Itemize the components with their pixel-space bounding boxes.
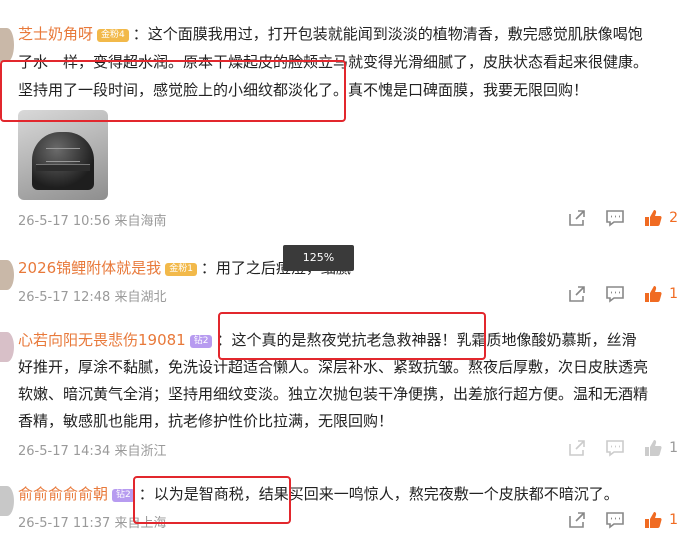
location: 来自海南	[114, 214, 167, 229]
comment-meta: 26-5-17 12:48 来自湖北	[18, 286, 167, 305]
comment-text: 香精，敏感肌也能用，抗老修护性价比拉满，无限回购！	[18, 412, 394, 430]
share-icon[interactable]	[567, 284, 587, 304]
comment-text: ：这个面膜我用过，打开包装就能闻到淡淡的植物清香，敷完感觉肌肤像喝饱	[132, 25, 643, 43]
comment-actions: 1	[567, 284, 678, 304]
fan-badge[interactable]: 金粉1	[165, 263, 197, 276]
highlight-box	[218, 312, 486, 360]
comment-actions: 2	[567, 208, 678, 228]
timestamp: 26-5-17 11:37	[18, 516, 111, 531]
timestamp: 26-5-17 14:34	[18, 444, 111, 459]
username[interactable]: 2026锦鲤附体就是我	[18, 259, 161, 277]
avatar[interactable]	[0, 486, 14, 516]
thumbs-up-icon	[645, 210, 662, 226]
comment-image[interactable]	[18, 110, 108, 200]
like-count: 1	[669, 512, 678, 528]
thumbs-up-icon	[645, 286, 662, 302]
timestamp: 26-5-17 10:56	[18, 214, 111, 229]
username[interactable]: 俞俞俞俞俞朝	[18, 485, 108, 503]
comment-meta: 26-5-17 14:34 来自浙江	[18, 440, 167, 459]
comment-icon[interactable]	[605, 208, 625, 228]
comment-meta: 26-5-17 10:56 来自海南	[18, 210, 167, 229]
fan-badge[interactable]: 钻2	[189, 335, 213, 348]
highlight-box	[0, 60, 346, 122]
share-icon[interactable]	[567, 510, 587, 530]
like-button[interactable]: 1	[643, 510, 678, 530]
username[interactable]: 芝士奶角呀	[18, 25, 93, 43]
comment-text: 软嫩、暗沉黄气全消；坚持用细纹变淡。独立次抛包装干净便携，出差旅行超方便。温和无…	[18, 385, 649, 403]
like-button[interactable]: 1	[643, 284, 678, 304]
username[interactable]: 心若向阳无畏悲伤19081	[18, 331, 186, 349]
comment-first-line: 俞俞俞俞俞朝 钻2 ：以为是智商税，结果买回来一鸣惊人，熬完夜敷一个皮肤都不暗沉了。	[18, 482, 619, 506]
thumbs-up-icon	[645, 440, 662, 456]
like-count: 1	[669, 286, 678, 302]
thumbs-up-icon	[645, 512, 662, 528]
like-count: 2	[669, 210, 678, 226]
comment-actions: 1	[567, 438, 678, 458]
comment-first-line: 芝士奶角呀 金粉4 ：这个面膜我用过，打开包装就能闻到淡淡的植物清香，敷完感觉肌肤像…	[18, 22, 643, 46]
comment-icon[interactable]	[605, 510, 625, 530]
like-button[interactable]: 2	[643, 208, 678, 228]
comment-icon[interactable]	[605, 284, 625, 304]
avatar[interactable]	[0, 260, 14, 290]
highlight-box	[133, 476, 291, 524]
location: 来自浙江	[114, 444, 167, 459]
comment-icon[interactable]	[605, 438, 625, 458]
share-icon[interactable]	[567, 438, 587, 458]
avatar[interactable]	[0, 28, 14, 62]
comment-actions: 1	[567, 510, 678, 530]
fan-badge[interactable]: 钻2	[112, 489, 135, 502]
timestamp: 26-5-17 12:48	[18, 290, 111, 305]
like-button[interactable]: 1	[643, 438, 678, 458]
like-count: 1	[669, 440, 678, 456]
zoom-indicator: 125%	[283, 245, 354, 271]
share-icon[interactable]	[567, 208, 587, 228]
avatar[interactable]	[0, 332, 14, 362]
location: 来自湖北	[114, 290, 167, 305]
fan-badge[interactable]: 金粉4	[97, 29, 129, 42]
comment-item: 俞俞俞俞俞朝 钻2 ：以为是智商税，结果买回来一鸣惊人，熬完夜敷一个皮肤都不暗沉了。…	[0, 472, 690, 548]
